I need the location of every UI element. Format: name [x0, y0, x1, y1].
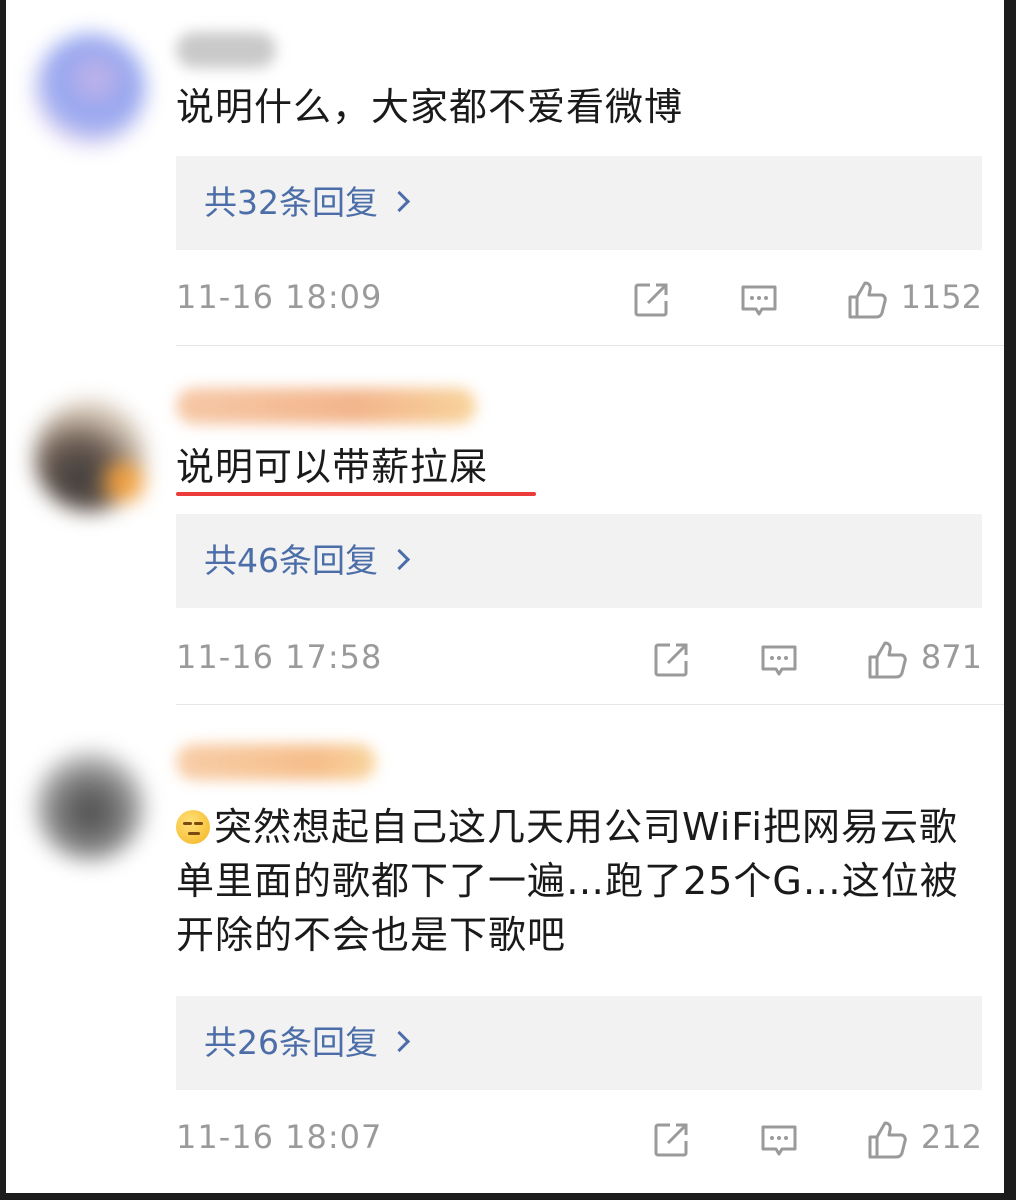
username-blurred[interactable] [176, 388, 476, 424]
avatar[interactable] [34, 750, 146, 862]
comment-text: 说明什么，大家都不爱看微博 [176, 85, 684, 129]
replies-count-label: 共32条回复 [204, 183, 378, 222]
share-icon[interactable] [650, 639, 692, 681]
like-icon[interactable] [866, 1119, 908, 1161]
comment-text-content: 突然想起自己这几天用公司WiFi把网易云歌单里面的歌都下了一遍…跑了25个G…这… [176, 805, 959, 957]
comment-list: 说明什么，大家都不爱看微博 共32条回复 11-16 18:09 1152 说明… [6, 0, 1004, 1193]
divider [176, 704, 1004, 705]
comment-meta: 11-16 18:09 1152 [176, 274, 982, 324]
share-icon[interactable] [630, 279, 672, 321]
like-count: 212 [920, 1118, 982, 1156]
comment-icon[interactable] [738, 279, 780, 321]
avatar[interactable] [34, 400, 146, 512]
comment-icon[interactable] [758, 1119, 800, 1161]
sweat-smile-emoji-icon [176, 810, 210, 844]
like-icon[interactable] [846, 279, 888, 321]
replies-box[interactable]: 共32条回复 [176, 156, 982, 250]
comment-time: 11-16 18:07 [176, 1118, 383, 1156]
replies-box[interactable]: 共26条回复 [176, 996, 982, 1090]
replies-link[interactable]: 共26条回复 [204, 1022, 411, 1064]
comment-icon[interactable] [758, 639, 800, 681]
chevron-right-icon [388, 548, 411, 571]
comment-meta: 11-16 17:58 871 [176, 634, 982, 684]
red-underline-annotation [176, 492, 536, 496]
like-icon[interactable] [866, 639, 908, 681]
comment-text: 说明可以带薪拉屎 [176, 445, 489, 489]
chevron-right-icon [388, 190, 411, 213]
replies-box[interactable]: 共46条回复 [176, 514, 982, 608]
divider [176, 345, 1004, 346]
comment-text: 突然想起自己这几天用公司WiFi把网易云歌单里面的歌都下了一遍…跑了25个G…这… [176, 800, 986, 962]
share-icon[interactable] [650, 1119, 692, 1161]
replies-count-label: 共26条回复 [204, 1023, 378, 1062]
username-blurred[interactable] [176, 32, 276, 68]
avatar[interactable] [34, 34, 146, 146]
replies-count-label: 共46条回复 [204, 541, 378, 580]
like-count: 871 [920, 638, 982, 676]
username-blurred[interactable] [176, 744, 376, 780]
replies-link[interactable]: 共32条回复 [204, 182, 411, 224]
comment-time: 11-16 18:09 [176, 278, 383, 316]
like-count: 1152 [900, 278, 982, 316]
chevron-right-icon [388, 1030, 411, 1053]
comment-meta: 11-16 18:07 212 [176, 1114, 982, 1164]
replies-link[interactable]: 共46条回复 [204, 540, 411, 582]
comment-time: 11-16 17:58 [176, 638, 383, 676]
